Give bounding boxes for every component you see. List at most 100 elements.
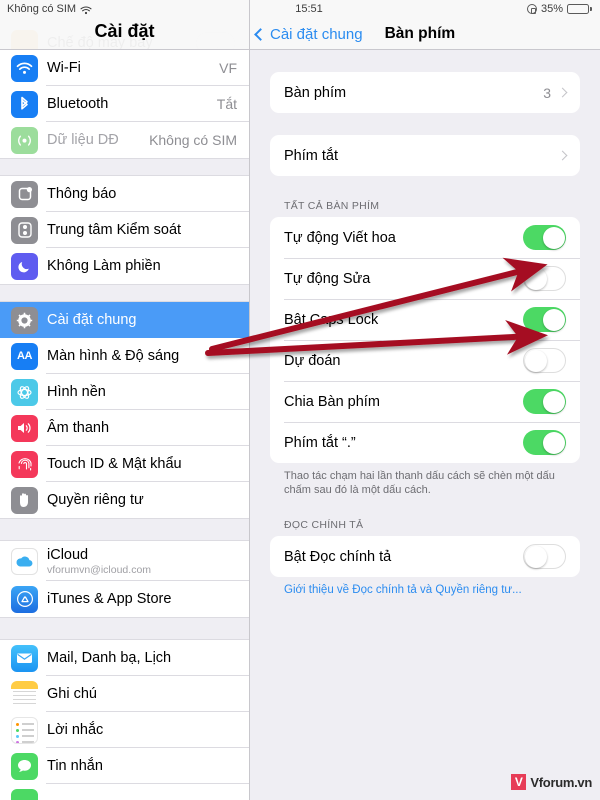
auto-correction-toggle[interactable]: [523, 266, 566, 291]
auto-capitalization-toggle[interactable]: [523, 225, 566, 250]
sidebar-item-label: Bluetooth: [47, 96, 109, 112]
battery-icon: [567, 4, 592, 14]
section-header-all-keyboards: TẤT CẢ BÀN PHÍM: [284, 200, 380, 212]
sidebar-item-sublabel: vforumvn@icloud.com: [47, 563, 152, 576]
sidebar-list: Chế độ máy bay Wi-Fi VF: [0, 29, 249, 800]
sidebar-item-messages[interactable]: Tin nhắn: [0, 748, 249, 784]
cellular-icon: [11, 126, 38, 154]
enable-dictation-toggle[interactable]: [523, 544, 566, 569]
status-bar-right: 35%: [526, 3, 592, 15]
row-keyboards[interactable]: Bàn phím 3: [270, 72, 580, 113]
row-auto-correction[interactable]: Tự động Sửa: [270, 258, 580, 299]
section-footer-all-keyboards: Thao tác chạm hai lần thanh dấu cách sẽ …: [284, 470, 555, 496]
sidebar-group-divider: [0, 518, 249, 541]
row-split-keyboard[interactable]: Chia Bàn phím: [270, 381, 580, 422]
back-button-label: Cài đặt chung: [270, 26, 363, 43]
row-label: Phím tắt “.”: [284, 434, 356, 451]
watermark: V Vforum.vn: [511, 774, 592, 790]
all-keyboards-group: Tự động Viết hoa Tự động Sửa Bật Caps Lo…: [270, 217, 580, 463]
row-caps-lock[interactable]: Bật Caps Lock: [270, 299, 580, 340]
sidebar-item-privacy[interactable]: Quyền riêng tư: [0, 482, 249, 518]
sidebar-item-label: Touch ID & Mật khẩu: [47, 456, 182, 472]
sidebar-item-label: Wi-Fi: [47, 60, 81, 76]
section-header-dictation: ĐỌC CHÍNH TẢ: [284, 519, 364, 531]
sidebar-item-label: iCloud: [47, 546, 89, 563]
shortcuts-group: Phím tắt: [270, 135, 580, 176]
rotation-lock-icon: [526, 4, 537, 14]
row-auto-capitalization[interactable]: Tự động Viết hoa: [270, 217, 580, 258]
sidebar-item-wifi[interactable]: Wi-Fi VF: [0, 50, 249, 86]
sidebar-item-notes[interactable]: Ghi chú: [0, 676, 249, 712]
sidebar-item-bluetooth[interactable]: Bluetooth Tắt: [0, 86, 249, 122]
row-label: Phím tắt: [284, 147, 338, 164]
sound-icon: [11, 414, 38, 442]
mail-icon: [11, 644, 38, 672]
row-label: Chia Bàn phím: [284, 393, 380, 410]
caps-lock-toggle[interactable]: [523, 307, 566, 332]
row-period-shortcut[interactable]: Phím tắt “.”: [270, 422, 580, 463]
dictation-privacy-link[interactable]: Giới thiệu về Đọc chính tả và Quyền riên…: [270, 577, 580, 596]
sidebar-item-wallpaper[interactable]: Hình nền: [0, 374, 249, 410]
notifications-icon: [11, 180, 38, 208]
detail-title: Bàn phím: [384, 25, 456, 42]
sidebar-item-label: iTunes & App Store: [47, 591, 172, 607]
app-store-icon: [11, 585, 38, 613]
keyboards-group: Bàn phím 3: [270, 72, 580, 113]
ipad-settings-screen: Cài đặt Chế độ máy bay Wi-Fi VF: [0, 0, 600, 800]
status-bar: Không có SIM 15:51 35%: [0, 0, 600, 18]
back-button[interactable]: Cài đặt chung: [254, 26, 363, 43]
sidebar-item-general[interactable]: Cài đặt chung: [0, 302, 249, 338]
sidebar-item-label: Ghi chú: [47, 686, 97, 702]
sidebar-item-label: Dữ liệu DĐ: [47, 132, 119, 148]
sidebar-item-cellular[interactable]: Dữ liệu DĐ Không có SIM: [0, 122, 249, 158]
detail-body: Bàn phím 3 Phím tắt TẤT CẢ BÀN PHÍM Tự đ…: [250, 50, 600, 800]
sidebar-item-icloud[interactable]: iCloud vforumvn@icloud.com: [0, 541, 249, 581]
time-label: 15:51: [295, 3, 323, 15]
sidebar-item-label: Thông báo: [47, 186, 117, 202]
display-brightness-icon: AA: [11, 342, 38, 370]
row-enable-dictation[interactable]: Bật Đọc chính tả: [270, 536, 580, 577]
wifi-icon: [11, 54, 38, 82]
dictation-group: Bật Đọc chính tả: [270, 536, 580, 577]
row-shortcuts[interactable]: Phím tắt: [270, 135, 580, 176]
sidebar-item-label: Trung tâm Kiểm soát: [47, 222, 182, 238]
touch-id-icon: [11, 450, 38, 478]
sidebar-item-label: Lời nhắc: [47, 722, 104, 738]
settings-sidebar: Cài đặt Chế độ máy bay Wi-Fi VF: [0, 0, 250, 800]
row-label: Bật Đọc chính tả: [284, 548, 392, 565]
sidebar-item-next[interactable]: [0, 784, 249, 800]
row-label: Bật Caps Lock: [284, 311, 379, 328]
bluetooth-icon: [11, 90, 38, 118]
sidebar-item-notifications[interactable]: Thông báo: [0, 176, 249, 212]
chevron-left-icon: [254, 28, 267, 41]
sidebar-item-label: Quyền riêng tư: [47, 492, 144, 508]
sidebar-item-value: Không có SIM: [149, 132, 237, 148]
sidebar-item-label: Âm thanh: [47, 420, 110, 436]
sidebar-item-display-brightness[interactable]: AA Màn hình & Độ sáng: [0, 338, 249, 374]
status-bar-time: 15:51: [0, 3, 600, 15]
sidebar-item-touch-id[interactable]: Touch ID & Mật khẩu: [0, 446, 249, 482]
sidebar-item-do-not-disturb[interactable]: Không Làm phiền: [0, 248, 249, 284]
sidebar-item-reminders[interactable]: Lời nhắc: [0, 712, 249, 748]
wallpaper-icon: [11, 378, 38, 406]
sidebar-item-control-center[interactable]: Trung tâm Kiểm soát: [0, 212, 249, 248]
period-shortcut-toggle[interactable]: [523, 430, 566, 455]
sidebar-item-mail-contacts-calendars[interactable]: Mail, Danh bạ, Lịch: [0, 640, 249, 676]
sidebar-group-divider: [0, 284, 249, 302]
row-predictive[interactable]: Dự đoán: [270, 340, 580, 381]
sidebar-item-value: Tắt: [216, 96, 237, 112]
facetime-icon: [11, 788, 38, 800]
row-label: Tự động Viết hoa: [284, 229, 396, 246]
predictive-toggle[interactable]: [523, 348, 566, 373]
sidebar-item-sounds[interactable]: Âm thanh: [0, 410, 249, 446]
sidebar-item-label: Hình nền: [47, 384, 106, 400]
split-keyboard-toggle[interactable]: [523, 389, 566, 414]
sidebar-item-label: Tin nhắn: [47, 758, 103, 774]
messages-icon: [11, 752, 38, 780]
sidebar-item-label: Mail, Danh bạ, Lịch: [47, 650, 172, 666]
chevron-right-icon: [557, 87, 568, 98]
do-not-disturb-icon: [11, 252, 38, 280]
sidebar-item-label: Màn hình & Độ sáng: [47, 348, 180, 364]
sidebar-item-itunes-app-store[interactable]: iTunes & App Store: [0, 581, 249, 617]
reminders-icon: [11, 716, 38, 744]
